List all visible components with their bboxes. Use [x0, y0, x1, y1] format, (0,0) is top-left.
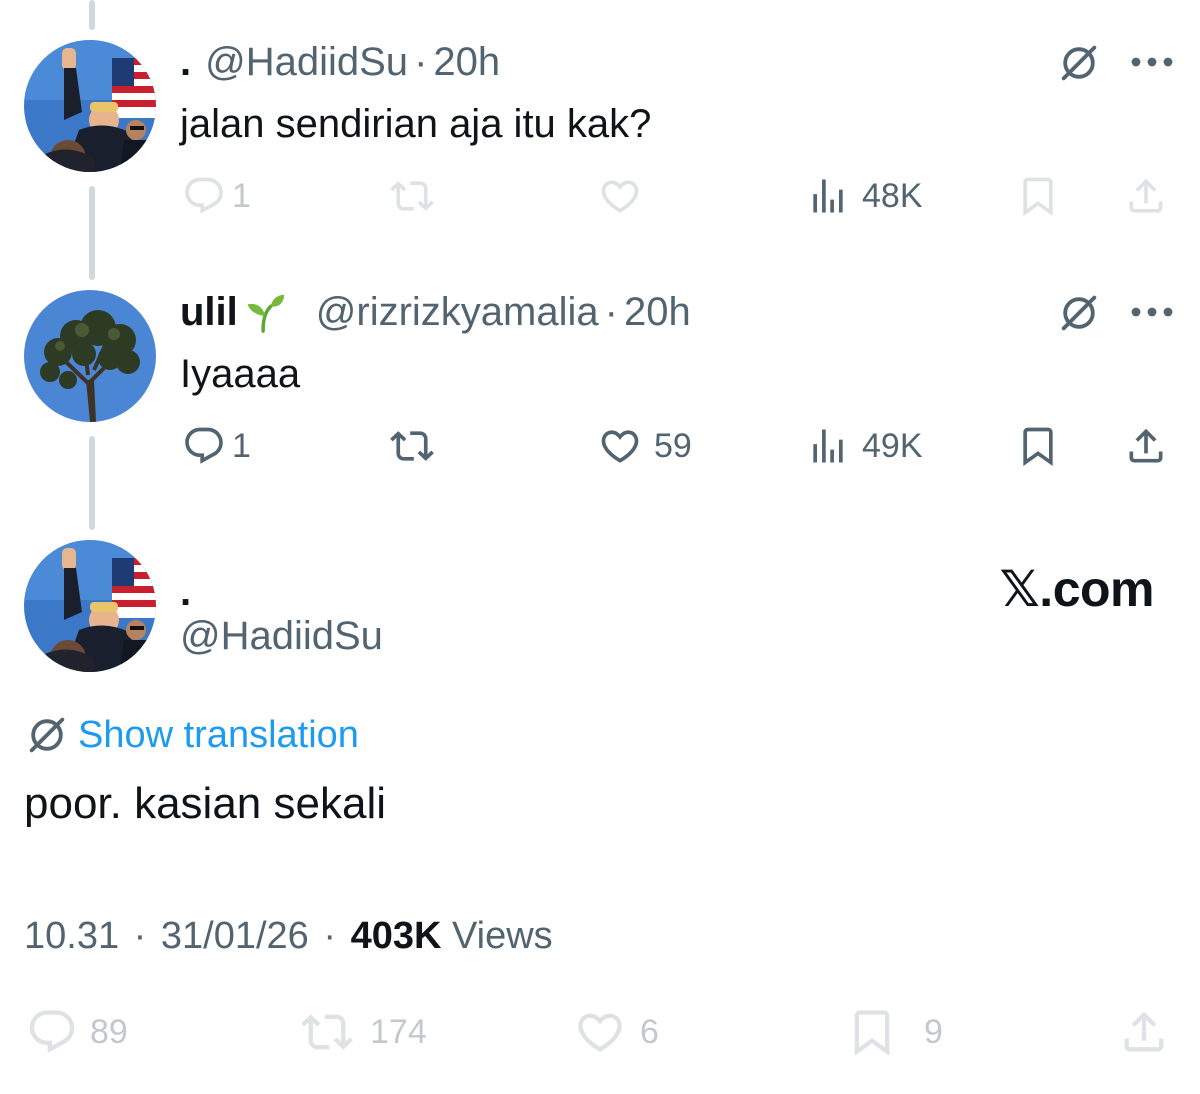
reply1-views-button[interactable]: 48K [806, 172, 923, 220]
main-repost-button[interactable]: 174 [296, 1008, 427, 1056]
reply2-like-button[interactable]: 59 [598, 422, 692, 470]
translate-globe-icon [24, 712, 70, 758]
reply2-avatar[interactable] [24, 290, 156, 422]
reply2-handle[interactable]: @rizrizkyamalia [316, 288, 599, 336]
main-reply-button[interactable]: 89 [26, 1008, 128, 1056]
repost-icon [390, 174, 434, 218]
reply2-display-name[interactable]: ulil [180, 288, 238, 336]
reply2-bookmark-button[interactable] [1016, 422, 1060, 470]
reply1-like-button[interactable] [598, 172, 642, 220]
share-icon [1124, 174, 1168, 218]
reply2-repost-button[interactable] [390, 422, 434, 470]
reply2-views-button[interactable]: 49K [806, 422, 923, 470]
reply2-share-button[interactable] [1124, 422, 1168, 470]
reply1-share-button[interactable] [1124, 172, 1168, 220]
show-translation-button[interactable]: Show translation [24, 712, 359, 758]
reply2-text: Iyaaaa [180, 352, 301, 396]
main-repost-count: 174 [370, 1013, 427, 1051]
reply1-views-count: 48K [862, 177, 923, 215]
reply1-reply-count: 1 [232, 177, 251, 215]
reply-icon [182, 424, 226, 468]
bookmark-icon [846, 1006, 898, 1058]
thread-line-top [89, 0, 95, 30]
main-bookmark-count: 9 [924, 1013, 943, 1051]
tweet-views-count: 403K [350, 915, 442, 957]
main-like-count: 6 [640, 1013, 659, 1051]
tweet-meta: 10.31 · 31/01/26 · 403K Views [24, 912, 553, 960]
bookmark-icon [1016, 174, 1060, 218]
main-avatar[interactable] [24, 540, 156, 672]
tweet-time[interactable]: 10.31 [24, 915, 119, 957]
reply1-text: jalan sendirian aja itu kak? [180, 102, 652, 146]
reply1-avatar[interactable] [24, 40, 156, 172]
reply2-reply-count: 1 [232, 427, 251, 465]
main-bookmark-button[interactable]: 9 [846, 1008, 943, 1056]
more-dots-icon[interactable] [1128, 52, 1176, 72]
meta-separator-2: · [323, 915, 337, 957]
main-share-button[interactable] [1118, 1008, 1170, 1056]
reply2-separator: · [604, 290, 618, 334]
reply2-reply-button[interactable]: 1 [182, 422, 251, 470]
main-reply-count: 89 [90, 1013, 128, 1051]
share-icon [1124, 424, 1168, 468]
like-icon [598, 174, 642, 218]
reply1-separator: · [414, 40, 428, 84]
reply1-handle[interactable]: @HadiidSu [205, 38, 408, 86]
thread-line-2 [89, 436, 95, 530]
reply-icon [182, 174, 226, 218]
main-tweet-text: poor. kasian sekali [24, 779, 386, 828]
reply2-time[interactable]: 20h [624, 288, 691, 336]
main-handle[interactable]: @HadiidSu [180, 612, 383, 660]
reply1-header: . @HadiidSu · 20h [180, 38, 500, 86]
views-icon [806, 424, 850, 468]
repost-icon [296, 1006, 358, 1058]
tweet-date[interactable]: 31/01/26 [161, 915, 309, 957]
reply2-header: ulil @rizrizkyamalia · 20h [180, 288, 691, 336]
share-icon [1118, 1006, 1170, 1058]
main-display-name[interactable]: . [180, 568, 191, 616]
like-icon [572, 1006, 628, 1058]
more-dots-icon[interactable] [1128, 302, 1176, 322]
tweet-views-label: Views [451, 915, 553, 957]
translate-globe-icon[interactable] [1056, 40, 1102, 86]
reply-icon [26, 1006, 78, 1058]
reply2-views-count: 49K [862, 427, 923, 465]
reply1-reply-button[interactable]: 1 [182, 172, 251, 220]
main-like-button[interactable]: 6 [572, 1008, 659, 1056]
reply1-bookmark-button[interactable] [1016, 172, 1060, 220]
sprout-icon [242, 289, 288, 335]
reply2-like-count: 59 [654, 427, 692, 465]
x-com-watermark: 𝕏.com [999, 561, 1155, 617]
reply1-time[interactable]: 20h [433, 38, 500, 86]
translate-globe-icon[interactable] [1056, 290, 1102, 336]
like-icon [598, 424, 642, 468]
views-icon [806, 174, 850, 218]
meta-separator-1: · [133, 915, 147, 957]
show-translation-label: Show translation [78, 713, 359, 756]
bookmark-icon [1016, 424, 1060, 468]
repost-icon [390, 424, 434, 468]
reply1-display-name[interactable]: . [180, 38, 191, 86]
thread-line-1 [89, 186, 95, 280]
reply1-repost-button[interactable] [390, 172, 434, 220]
